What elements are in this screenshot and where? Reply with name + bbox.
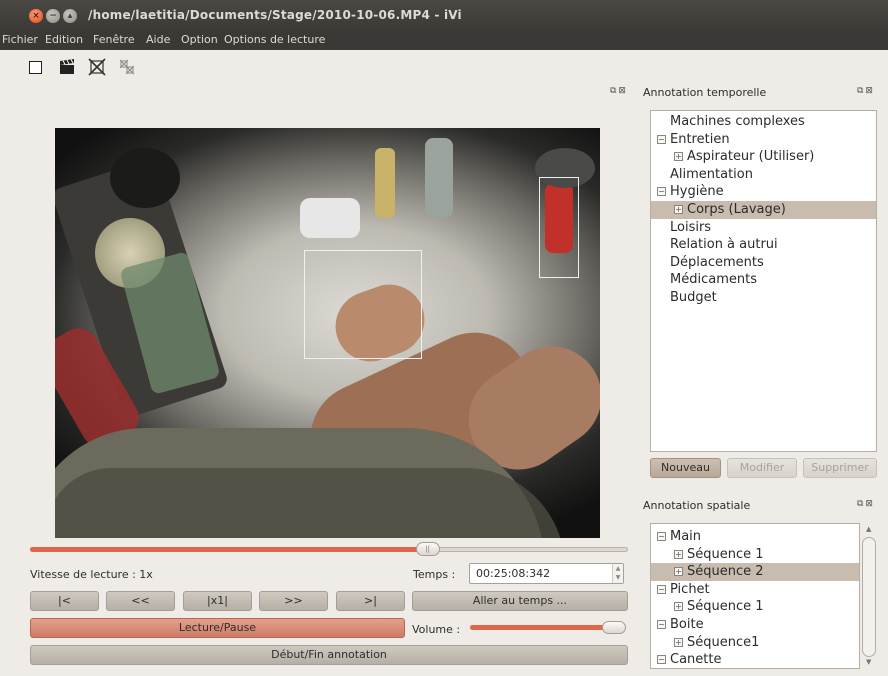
tree-item[interactable]: − Boite <box>651 616 859 634</box>
volume-label: Volume : <box>412 623 461 636</box>
close-window-button[interactable]: × <box>29 9 43 23</box>
menu-bar: Fichier Edition Fenêtre Aide Option Opti… <box>0 32 888 50</box>
expand-icon[interactable]: + <box>674 567 683 577</box>
tree-item[interactable]: Déplacements <box>651 254 876 272</box>
first-frame-button[interactable]: |< <box>30 591 99 611</box>
bbox-canette[interactable] <box>539 177 579 278</box>
seek-handle[interactable]: || <box>415 542 440 556</box>
window-title: /home/laetitia/Documents/Stage/2010-10-0… <box>88 8 462 22</box>
temporal-dock-controls[interactable]: ⧉⊠ <box>857 86 875 96</box>
tree-item[interactable]: Alimentation <box>651 166 876 184</box>
menu-edition[interactable]: Edition <box>45 33 83 46</box>
volume-handle[interactable] <box>601 621 626 634</box>
collapse-icon[interactable]: − <box>657 620 666 629</box>
tree-item[interactable]: + Séquence1 <box>651 634 859 652</box>
tree-item[interactable]: + Séquence 2 <box>651 563 859 582</box>
expand-icon[interactable]: + <box>674 637 683 647</box>
title-bar: × − ▴ /home/laetitia/Documents/Stage/201… <box>0 0 888 32</box>
tree-item-label: Boite <box>670 617 704 632</box>
tree-item[interactable]: Machines complexes <box>651 113 876 131</box>
clapperboard-icon[interactable] <box>58 58 76 76</box>
tree-item-label: Séquence1 <box>687 634 760 650</box>
edit-annotation-button[interactable]: Modifier <box>727 458 797 478</box>
time-input[interactable]: 00:25:08:342 <box>469 563 624 584</box>
collapse-icon[interactable]: − <box>657 187 666 197</box>
tree-item-label: Hygiène <box>670 184 724 200</box>
delete-box-icon[interactable] <box>88 58 106 76</box>
maximize-window-button[interactable]: ▴ <box>63 9 77 23</box>
video-dock-controls[interactable]: ⧉⊠ <box>610 86 628 96</box>
tree-item[interactable]: Loisirs <box>651 219 876 237</box>
tree-item[interactable]: + Aspirateur (Utiliser) <box>651 148 876 166</box>
expand-icon[interactable]: + <box>674 602 683 612</box>
normal-speed-button[interactable]: |x1| <box>183 591 252 611</box>
tree-item[interactable]: + Corps (Lavage) <box>651 201 876 219</box>
rewind-button[interactable]: << <box>106 591 175 611</box>
spatial-dock-controls[interactable]: ⧉⊠ <box>857 499 875 509</box>
temporal-panel-title: Annotation temporelle <box>643 86 767 99</box>
tree-item-label: Main <box>670 529 702 544</box>
menu-aide[interactable]: Aide <box>146 33 170 46</box>
delete-all-icon[interactable] <box>118 58 136 76</box>
menu-option[interactable]: Option <box>181 33 218 46</box>
seek-bar-progress <box>30 547 428 552</box>
play-pause-button[interactable]: Lecture/Pause <box>30 618 405 638</box>
spatial-annotation-tree[interactable]: − Main + Séquence 1 + Séquence 2− Pichet + Séque… <box>650 523 860 669</box>
new-annotation-button[interactable]: Nouveau <box>650 458 721 478</box>
tree-item-label: Canette <box>670 652 722 668</box>
menu-fichier[interactable]: Fichier <box>2 33 38 46</box>
tree-item-label: Séquence 1 <box>687 546 764 562</box>
time-label: Temps : <box>413 568 456 581</box>
bbox-main[interactable] <box>304 250 422 359</box>
tree-item[interactable]: Relation à autrui <box>651 236 876 254</box>
tree-item[interactable]: Médicaments <box>651 271 876 289</box>
tree-item[interactable]: Budget <box>651 289 876 307</box>
speed-label: Vitesse de lecture : 1x <box>30 568 153 581</box>
tree-item-label: Relation à autrui <box>670 237 778 253</box>
scroll-down-icon[interactable]: ▼ <box>866 658 871 666</box>
video-frame[interactable] <box>55 128 600 538</box>
tree-item-label: Médicaments <box>670 272 757 288</box>
tree-item-label: Loisirs <box>670 219 712 235</box>
tree-item-label: Pichet <box>670 581 710 597</box>
tree-item[interactable]: − Main <box>651 528 859 546</box>
tree-item-label: Alimentation <box>670 166 753 182</box>
tree-item-label: Séquence 2 <box>687 564 764 580</box>
volume-slider[interactable] <box>470 625 616 630</box>
spatial-panel-title: Annotation spatiale <box>643 499 751 512</box>
annotation-start-end-button[interactable]: Début/Fin annotation <box>30 645 628 665</box>
expand-icon[interactable]: + <box>674 549 683 559</box>
expand-icon[interactable]: + <box>674 152 683 162</box>
tree-item[interactable]: − Hygiène <box>651 183 876 201</box>
expand-icon[interactable]: + <box>674 205 683 214</box>
tree-item[interactable]: − Entretien <box>651 131 876 149</box>
tree-item[interactable]: + Séquence 1 <box>651 598 859 616</box>
tree-item-label: Séquence 1 <box>687 599 764 615</box>
tree-item-label: Déplacements <box>670 254 764 270</box>
temporal-annotation-tree[interactable]: Machines complexes − Entretien + Aspirateur … <box>650 110 877 452</box>
tree-item[interactable]: − Pichet <box>651 581 859 599</box>
scroll-up-icon[interactable]: ▲ <box>866 525 871 533</box>
time-spinner[interactable]: ▲ ▼ <box>612 564 623 583</box>
minimize-window-button[interactable]: − <box>46 9 60 23</box>
tree-item-label: Corps (Lavage) <box>687 202 786 217</box>
spatial-tree-scrollbar[interactable] <box>862 537 876 657</box>
last-frame-button[interactable]: >| <box>336 591 405 611</box>
collapse-icon[interactable]: − <box>657 134 666 144</box>
tree-item[interactable]: − Canette <box>651 651 859 668</box>
delete-annotation-button[interactable]: Supprimer <box>803 458 877 478</box>
collapse-icon[interactable]: − <box>657 655 666 665</box>
tree-item-label: Aspirateur (Utiliser) <box>687 149 815 165</box>
collapse-icon[interactable]: − <box>657 584 666 594</box>
tree-item[interactable]: + Séquence 1 <box>651 546 859 564</box>
goto-time-button[interactable]: Aller au temps ... <box>412 591 628 611</box>
menu-fenetre[interactable]: Fenêtre <box>93 33 135 46</box>
tree-item-label: Entretien <box>670 131 730 147</box>
tree-item-label: Machines complexes <box>670 114 805 129</box>
collapse-icon[interactable]: − <box>657 532 666 541</box>
tree-item-label: Budget <box>670 290 717 305</box>
fast-forward-button[interactable]: >> <box>259 591 328 611</box>
rectangle-tool-icon[interactable] <box>29 61 42 74</box>
menu-options-de-lecture[interactable]: Options de lecture <box>224 33 325 46</box>
